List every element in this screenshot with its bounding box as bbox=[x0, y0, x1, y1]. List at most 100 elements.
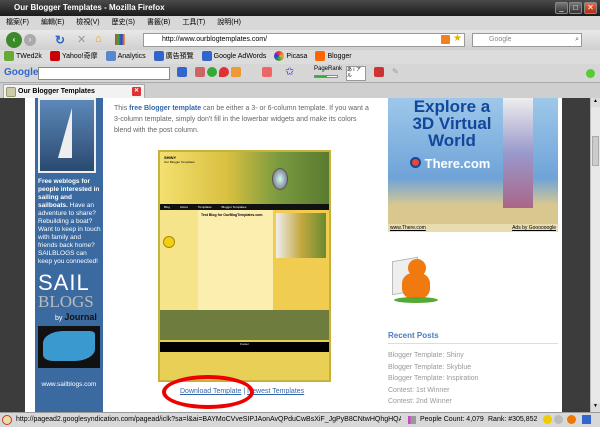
gmail-icon[interactable] bbox=[262, 67, 274, 77]
scroll-up-arrow[interactable]: ▲ bbox=[591, 98, 600, 107]
recent-post-link[interactable]: Blogger Template: Shiny bbox=[388, 350, 558, 362]
firefox-icon[interactable] bbox=[567, 415, 576, 424]
ad-footer: www.There.com Ads by Goooooogle bbox=[388, 224, 558, 232]
forward-button[interactable]: › bbox=[24, 34, 36, 46]
bookmarks-bar: TWed2k Yahoo!奇摩 Analytics 廣告預覽 Google Ad… bbox=[0, 50, 600, 64]
menu-tools[interactable]: 工具(T) bbox=[182, 16, 205, 30]
caribbean-map bbox=[38, 326, 100, 368]
preview-post: Test Blog for OurBlogTemplates.com bbox=[198, 210, 273, 310]
bookmark-label: Yahoo!奇摩 bbox=[61, 53, 98, 60]
ad-url: www.sailblogs.com bbox=[41, 381, 97, 388]
shield-icon[interactable] bbox=[582, 415, 591, 424]
tab-title: Our Blogger Templates bbox=[18, 88, 95, 95]
recent-post-link[interactable]: Blogger Template: Inspiration bbox=[388, 373, 558, 385]
close-tab-icon[interactable]: ✕ bbox=[132, 87, 141, 96]
menu-history[interactable]: 歷史(S) bbox=[112, 16, 135, 30]
pagerank-label: PageRank bbox=[314, 66, 343, 72]
stop-icon[interactable]: ✕ bbox=[77, 33, 86, 46]
rss-reader-icon[interactable] bbox=[392, 253, 442, 305]
home-icon[interactable]: ⌂ bbox=[95, 33, 102, 45]
recent-post-link[interactable]: Contest: 1st Winner bbox=[388, 385, 558, 397]
recent-post-link[interactable]: Contest: 2nd Winner bbox=[388, 396, 558, 408]
minimize-button[interactable]: _ bbox=[555, 2, 568, 14]
close-window-button[interactable]: ✕ bbox=[584, 2, 597, 14]
reload-icon[interactable]: ↻ bbox=[55, 33, 65, 47]
preview-header: SHINY Our Blogger Templates bbox=[160, 152, 329, 204]
preview-blog-subtitle: Our Blogger Templates bbox=[164, 160, 195, 164]
recent-post-link[interactable]: Blogger Template: Skyblue bbox=[388, 362, 558, 374]
search-input[interactable]: Google ⌕ bbox=[472, 33, 582, 47]
ads-by-google-link[interactable]: Ads by Goooooogle bbox=[512, 224, 556, 232]
bookmark-star-icon[interactable]: ★ bbox=[453, 33, 462, 45]
intro-text: This bbox=[114, 105, 130, 112]
help-icon[interactable] bbox=[543, 415, 552, 424]
rss-feed-icon[interactable] bbox=[441, 35, 450, 44]
page-viewport: Free weblogs for people interested in sa… bbox=[0, 98, 590, 412]
scroll-down-arrow[interactable]: ▼ bbox=[591, 403, 600, 412]
star-bookmark-icon[interactable]: ✩ bbox=[285, 65, 294, 78]
google-search-icon[interactable] bbox=[177, 67, 189, 77]
search-icon[interactable]: ⌕ bbox=[575, 34, 579, 46]
menu-help[interactable]: 說明(H) bbox=[217, 16, 241, 30]
menu-edit[interactable]: 編輯(E) bbox=[41, 16, 64, 30]
tab-our-blogger-templates[interactable]: Our Blogger Templates ✕ bbox=[3, 84, 145, 98]
status-gray-icon[interactable] bbox=[554, 415, 563, 424]
window-title: Our Blogger Templates - Mozilla Firefox bbox=[14, 3, 165, 12]
recent-posts-heading: Recent Posts bbox=[388, 331, 558, 344]
scroll-thumb[interactable] bbox=[592, 136, 599, 166]
menu-bookmarks[interactable]: 書籤(B) bbox=[147, 16, 170, 30]
bookmark-picasa[interactable]: Picasa bbox=[274, 50, 307, 64]
sailboat-photo bbox=[38, 98, 96, 173]
search-placeholder: Google bbox=[489, 36, 512, 43]
toolbar-icons[interactable] bbox=[195, 67, 243, 77]
template-preview-image[interactable]: SHINY Our Blogger Templates Blog About Tem… bbox=[158, 150, 331, 382]
url-text: http://www.ourblogtemplates.com/ bbox=[162, 36, 268, 43]
tab-bar: Our Blogger Templates ✕ bbox=[0, 83, 600, 98]
bookmark-yahoo[interactable]: Yahoo!奇摩 bbox=[49, 50, 98, 64]
page-status-icon bbox=[2, 415, 12, 425]
free-blogger-template-link[interactable]: free Blogger template bbox=[129, 105, 201, 112]
bookmark-twed2k[interactable]: TWed2k bbox=[4, 50, 42, 64]
pagerank-bar bbox=[314, 75, 338, 78]
bookmark-ad-preview[interactable]: 廣告預覽 bbox=[153, 50, 194, 64]
google-icon bbox=[201, 51, 212, 62]
bookmark-analytics[interactable]: Analytics bbox=[105, 50, 146, 64]
bookmark-label: TWed2k bbox=[16, 53, 42, 60]
translate-button[interactable]: あ i ア ル bbox=[346, 66, 366, 81]
bookmark-label: Blogger bbox=[327, 53, 352, 60]
journal-logo: Journal bbox=[64, 312, 97, 322]
there-logo: There.com bbox=[410, 156, 490, 171]
there-com-ad[interactable]: Explore a 3D Virtual World There.com www… bbox=[388, 98, 558, 232]
status-green-icon bbox=[586, 69, 595, 78]
google-search-input[interactable] bbox=[38, 67, 170, 80]
recent-posts-widget: Recent Posts Blogger Template: Shiny Blo… bbox=[388, 331, 558, 408]
intro-paragraph: This free Blogger template can be either… bbox=[114, 103, 374, 136]
back-button[interactable]: ‹ bbox=[6, 32, 22, 48]
google-toolbar: Google ✩ PageRank あ i ア ル ✎ bbox=[0, 64, 600, 83]
google-logo: Google bbox=[4, 67, 39, 78]
ad-url-link[interactable]: www.There.com bbox=[390, 224, 426, 232]
bookmark-label: Analytics bbox=[117, 53, 146, 60]
bookmark-blogger[interactable]: Blogger bbox=[315, 50, 352, 64]
menu-view[interactable]: 檢視(V) bbox=[76, 16, 99, 30]
sailblogs-ad[interactable]: Free weblogs for people interested in sa… bbox=[35, 98, 103, 412]
people-count: People Count: 4,079 bbox=[420, 416, 484, 423]
preview-footer: Footer bbox=[160, 342, 329, 352]
vertical-scrollbar[interactable]: ▲ ▼ bbox=[590, 98, 600, 412]
title-bar: Our Blogger Templates - Mozilla Firefox bbox=[0, 0, 600, 16]
picasa-icon bbox=[274, 51, 285, 62]
maximize-button[interactable]: □ bbox=[569, 2, 582, 14]
url-input[interactable]: http://www.ourblogtemplates.com/ ★ bbox=[143, 33, 465, 47]
newest-templates-link[interactable]: Newest Templates bbox=[247, 388, 304, 395]
send-to-icon[interactable] bbox=[374, 67, 386, 77]
menu-file[interactable]: 檔案(F) bbox=[6, 16, 29, 30]
bookmarks-toolbar-icon[interactable] bbox=[115, 34, 125, 45]
favicon-icon bbox=[6, 87, 16, 97]
pencil-icon[interactable]: ✎ bbox=[392, 67, 399, 76]
preview-right-sidebar bbox=[273, 210, 329, 310]
people-count-icon bbox=[408, 416, 416, 424]
by-label: by Journal bbox=[55, 312, 97, 322]
page-body: Free weblogs for people interested in sa… bbox=[25, 98, 562, 412]
bookmark-label: Picasa bbox=[286, 53, 308, 60]
bookmark-adwords[interactable]: Google AdWords bbox=[201, 50, 266, 64]
